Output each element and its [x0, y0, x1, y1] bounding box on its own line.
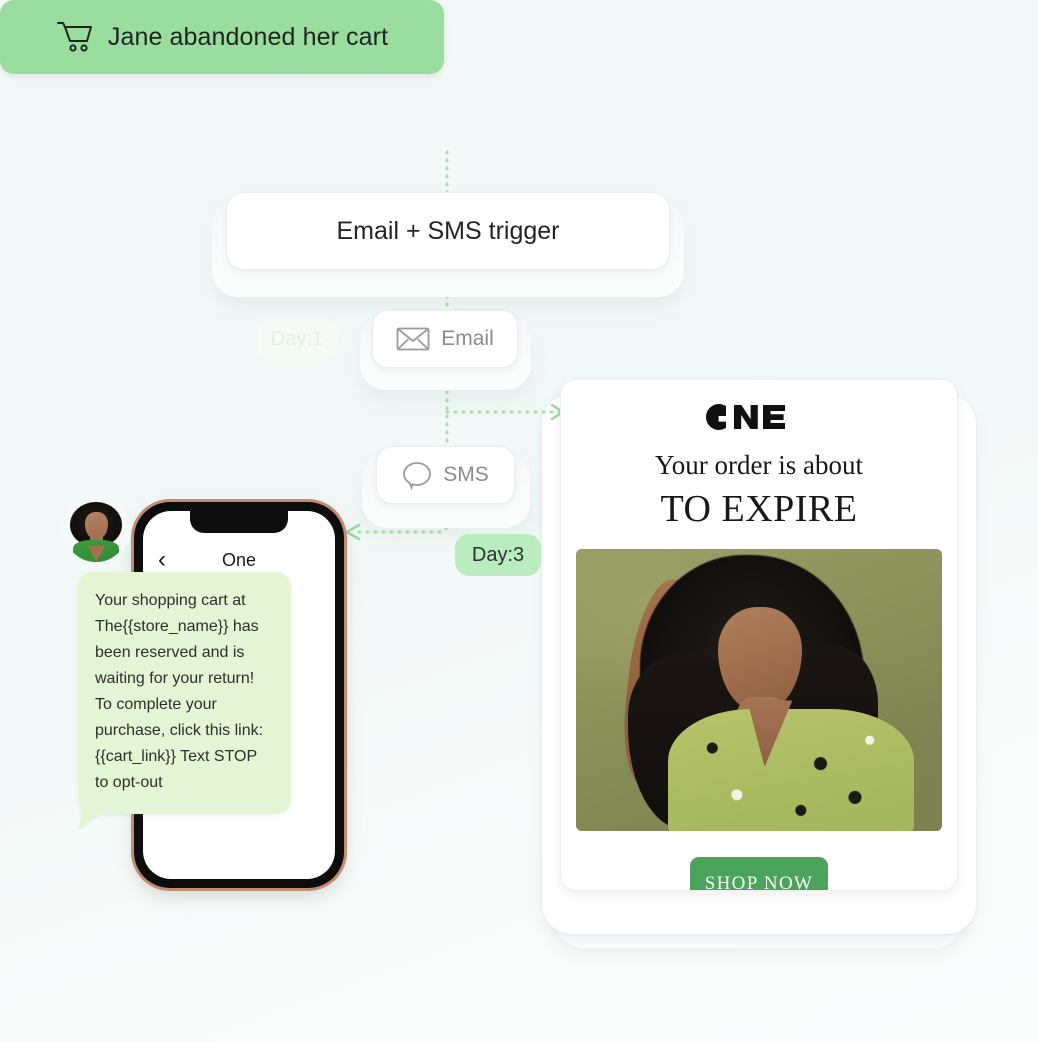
email-preview-card[interactable]: Your order is about TO EXPIRE SHOP NOW: [560, 379, 958, 891]
event-card[interactable]: Jane abandoned her cart: [0, 0, 444, 74]
brand-logo-one-icon: [699, 402, 819, 432]
chat-bubble-icon: [402, 460, 432, 490]
day-badge-1[interactable]: Day:1: [257, 318, 337, 360]
sms-step-node[interactable]: SMS: [376, 446, 515, 504]
email-hero-photo: [576, 549, 942, 831]
sms-step-label: SMS: [443, 463, 489, 486]
day-badge-1-label: Day:1: [270, 327, 324, 350]
email-step-node[interactable]: Email: [372, 310, 518, 368]
flow-canvas: Jane abandoned her cart Email + SMS trig…: [0, 0, 1038, 1042]
chevron-left-icon[interactable]: ‹: [143, 548, 181, 572]
email-step-label: Email: [441, 327, 494, 350]
email-headline-line1: Your order is about: [655, 450, 863, 480]
email-headline-line2: TO EXPIRE: [660, 488, 858, 530]
conversation-title: One: [221, 549, 257, 570]
envelope-icon: [396, 326, 430, 352]
sms-message-text: Your shopping cart at The{{store_name}} …: [95, 592, 264, 791]
shop-now-button[interactable]: SHOP NOW: [690, 857, 828, 890]
sms-message-bubble: Your shopping cart at The{{store_name}} …: [78, 572, 291, 814]
shopping-cart-icon: [56, 20, 94, 54]
day-badge-3[interactable]: Day:3: [455, 534, 541, 576]
phone-notch: [190, 511, 288, 533]
trigger-card[interactable]: Email + SMS trigger: [226, 192, 670, 270]
day-badge-3-label: Day:3: [471, 543, 525, 566]
event-label: Jane abandoned her cart: [107, 22, 389, 51]
avatar: [64, 498, 128, 562]
trigger-label: Email + SMS trigger: [336, 216, 560, 245]
